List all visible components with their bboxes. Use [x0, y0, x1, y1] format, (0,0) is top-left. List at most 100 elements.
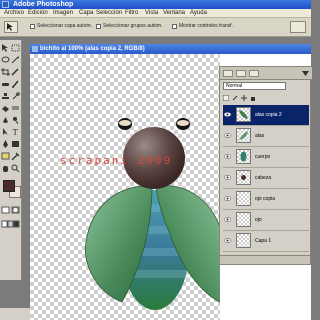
shape-tool-icon[interactable]	[11, 140, 20, 148]
eye-icon[interactable]	[224, 237, 231, 244]
auto-select-group-label: Seleccionar grupos autom.	[103, 23, 163, 29]
menu-imagen[interactable]: Imagen	[53, 9, 73, 18]
wing-thumb-icon	[239, 110, 248, 119]
layer-thumbnail	[236, 212, 251, 227]
eye-icon[interactable]	[224, 174, 231, 181]
notes-tool-icon[interactable]	[1, 152, 10, 160]
auto-select-layer-checkbox[interactable]	[30, 24, 35, 29]
layer-row-alas-copia-2[interactable]: alas copia 2	[223, 105, 309, 126]
document-icon	[32, 46, 38, 52]
history-brush-tool-icon[interactable]	[11, 92, 20, 100]
dodge-tool-icon[interactable]	[11, 116, 20, 124]
lock-options-row	[223, 94, 309, 102]
auto-select-group-checkbox[interactable]	[96, 24, 101, 29]
app-title: Adobe Photoshop	[13, 1, 74, 8]
quick-mask-icon[interactable]	[1, 206, 21, 214]
layer-thumbnail	[236, 170, 251, 185]
toolbox: T	[0, 40, 22, 280]
auto-select-layer-label: Seleccionar capa autom.	[37, 23, 93, 29]
blend-mode-select[interactable]: Normal	[223, 82, 286, 90]
tab-channels[interactable]	[236, 70, 246, 77]
menu-archivo[interactable]: Archivo	[4, 9, 24, 18]
app-title-bar: Adobe Photoshop	[0, 0, 311, 9]
layer-row-capa-1[interactable]: Capa 1	[223, 231, 309, 252]
layer-row-cuerpo[interactable]: cuerpo	[223, 147, 309, 168]
brush-tool-icon[interactable]	[11, 80, 20, 88]
lock-transparent-icon[interactable]	[223, 95, 229, 101]
lasso-tool-icon[interactable]	[1, 56, 10, 64]
layer-row-cabeza[interactable]: cabeza	[223, 168, 309, 189]
menu-capa[interactable]: Capa	[79, 9, 93, 18]
layer-name: alas copia 2	[255, 112, 282, 118]
tab-layers[interactable]	[223, 70, 233, 77]
lock-image-icon[interactable]	[232, 95, 238, 101]
show-transform-checkbox[interactable]	[172, 24, 177, 29]
bug-eye-left-highlight	[119, 120, 131, 126]
menu-edicion[interactable]: Edición	[28, 9, 48, 18]
magic-wand-tool-icon[interactable]	[11, 56, 20, 64]
path-selection-tool-icon[interactable]	[1, 128, 10, 136]
menu-ayuda[interactable]: Ayuda	[190, 9, 207, 18]
clone-stamp-tool-icon[interactable]	[1, 92, 10, 100]
lock-position-icon[interactable]	[241, 95, 247, 101]
options-bar: Seleccionar capa autom. Seleccionar grup…	[0, 18, 311, 37]
pen-tool-icon[interactable]	[1, 140, 10, 148]
gradient-tool-icon[interactable]	[11, 104, 20, 112]
layer-name: cabeza	[255, 175, 272, 181]
panel-menu-icon[interactable]	[302, 71, 309, 76]
photoshop-app-icon	[2, 1, 9, 8]
wing-thumb-icon	[239, 131, 248, 140]
type-tool-icon[interactable]: T	[11, 128, 20, 136]
layer-row-alas[interactable]: alas	[223, 126, 309, 147]
eye-icon[interactable]	[224, 111, 231, 118]
document-title-bar[interactable]: bichito al 100% (alas copia 2, RGB/8)	[30, 44, 311, 54]
menu-filtro[interactable]: Filtro	[125, 9, 138, 18]
tool-preset-button[interactable]	[4, 21, 18, 33]
image-canvas[interactable]: scrapani 2009	[30, 54, 220, 320]
menu-bar: Archivo Edición Imagen Capa Selección Fi…	[0, 9, 311, 18]
layers-panel: Normal alas copia 2 alas cuerpo cabeza o…	[219, 66, 312, 265]
head-thumb-icon	[241, 175, 246, 180]
layer-thumbnail	[236, 107, 251, 122]
svg-text:T: T	[13, 128, 19, 136]
eye-icon[interactable]	[224, 195, 231, 202]
eye-icon[interactable]	[224, 216, 231, 223]
healing-brush-tool-icon[interactable]	[1, 80, 10, 88]
layer-name: alas	[255, 133, 265, 139]
lock-all-icon[interactable]	[250, 95, 256, 101]
layer-thumbnail	[236, 128, 251, 143]
layer-thumbnail	[236, 233, 251, 248]
blur-tool-icon[interactable]	[1, 116, 10, 124]
hand-tool-icon[interactable]	[1, 164, 10, 172]
crop-tool-icon[interactable]	[1, 68, 10, 76]
screen-mode-icon[interactable]	[1, 220, 21, 228]
layer-thumbnail	[236, 191, 251, 206]
zoom-tool-icon[interactable]	[11, 164, 20, 172]
layer-name: ojo copia	[255, 196, 276, 202]
bug-artwork	[85, 118, 220, 310]
eraser-tool-icon[interactable]	[1, 104, 10, 112]
show-transform-label: Mostrar controles transf.	[179, 23, 233, 29]
bug-eye-right-highlight	[177, 120, 189, 126]
menu-ventana[interactable]: Ventana	[163, 9, 185, 18]
layer-row-ojo[interactable]: ojo	[223, 210, 309, 231]
move-tool-icon[interactable]	[1, 44, 10, 52]
eyedropper-tool-icon[interactable]	[11, 152, 20, 160]
document-title: bichito al 100% (alas copia 2, RGB/8)	[40, 46, 145, 52]
eye-icon[interactable]	[224, 132, 231, 139]
tab-paths[interactable]	[249, 70, 259, 77]
menu-seleccion[interactable]: Selección	[96, 9, 122, 18]
palette-well-button[interactable]	[290, 21, 306, 33]
marquee-tool-icon[interactable]	[11, 44, 20, 52]
menu-vista[interactable]: Vista	[145, 9, 158, 18]
slice-tool-icon[interactable]	[11, 68, 20, 76]
foreground-color-swatch[interactable]	[3, 180, 15, 192]
layer-thumbnail	[236, 149, 251, 164]
layer-name: Capa 1	[255, 238, 272, 244]
eye-icon[interactable]	[224, 153, 231, 160]
layer-row-ojo-copia[interactable]: ojo copia	[223, 189, 309, 210]
body-thumb-icon	[240, 151, 247, 162]
layers-panel-tabs	[220, 67, 312, 80]
layer-name: cuerpo	[255, 154, 271, 160]
move-tool-icon	[7, 23, 13, 31]
